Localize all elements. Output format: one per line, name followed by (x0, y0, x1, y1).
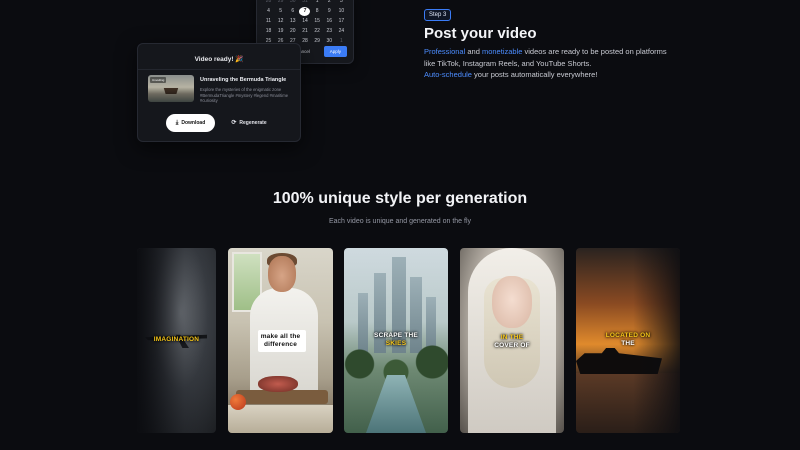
chef-head-shape (268, 256, 296, 292)
calendar-day[interactable]: 6 (287, 7, 298, 16)
water-shape (576, 373, 680, 433)
calendar-day[interactable]: 20 (287, 27, 298, 36)
video-tile-portrait[interactable]: IN THE COVER OF (460, 248, 564, 433)
video-tile-sunset-ship[interactable]: LOCATED ON THE (576, 248, 680, 433)
regenerate-button[interactable]: ⟳ Regenerate (224, 114, 274, 132)
calendar-day[interactable]: 3 (336, 0, 347, 6)
calendar-day[interactable]: 28 (263, 0, 274, 6)
section-subtitle: Each video is unique and generated on th… (328, 218, 472, 225)
calendar-day[interactable]: 7 (299, 7, 311, 16)
caption-line1: IMAGINATION (153, 336, 200, 343)
caption-line2: THE (621, 340, 635, 347)
calendar-week-row: 4 5 6 7 8 9 10 (263, 7, 347, 16)
video-thumbnail[interactable]: Unveiling (148, 75, 194, 102)
calendar-day[interactable]: 19 (275, 27, 286, 36)
highlight-auto-schedule: Auto-schedule (424, 70, 472, 79)
calendar-day[interactable]: 28 (299, 37, 310, 46)
desc-text: your posts automatically everywhere! (471, 70, 598, 79)
calendar-day[interactable]: 23 (324, 27, 335, 36)
caption-line1: SCRAPE THE (374, 332, 418, 339)
cutting-board-shape (236, 390, 328, 404)
calendar-day[interactable]: 30 (324, 37, 335, 46)
video-tile-storm-plane[interactable]: IMAGINATION (137, 248, 216, 433)
highlight-monetizable: monetizable (481, 47, 523, 56)
calendar-day[interactable]: 9 (324, 7, 335, 16)
tomato-shape (230, 394, 246, 410)
video-tile-sky-city[interactable]: SCRAPE THE SKIES (344, 248, 448, 433)
caption-line2: SKIES (385, 340, 407, 347)
video-gallery: IMAGINATION make all the difference SCRA… (0, 248, 800, 434)
calendar-day[interactable]: 11 (263, 17, 274, 26)
calendar-week-row: 11 12 13 14 15 16 17 (263, 17, 347, 26)
calendar-week-row: 28 29 30 31 1 2 3 (263, 0, 347, 6)
refresh-icon: ⟳ (231, 120, 237, 126)
calendar-day[interactable]: 18 (263, 27, 274, 36)
face-shape (492, 276, 532, 328)
caption-line2: COVER OF (494, 342, 530, 349)
calendar-day[interactable]: 12 (275, 17, 286, 26)
step-description: Professional and monetizable videos are … (424, 46, 674, 81)
download-icon: ⤓ (175, 120, 179, 126)
calendar-day[interactable]: 5 (275, 7, 286, 16)
regenerate-label: Regenerate (239, 120, 267, 126)
calendar-day[interactable]: 15 (312, 17, 323, 26)
calendar-day[interactable]: 29 (312, 37, 323, 46)
calendar-day[interactable]: 24 (336, 27, 347, 36)
calendar-day[interactable]: 2 (324, 0, 335, 6)
calendar-day[interactable]: 14 (299, 17, 310, 26)
calendar-day[interactable]: 29 (275, 0, 286, 6)
calendar-day[interactable]: 16 (324, 17, 335, 26)
divider (138, 69, 300, 70)
caption-line2: difference (263, 341, 298, 348)
tile-caption: IMAGINATION (137, 336, 216, 344)
calendar-day[interactable]: 22 (312, 27, 323, 36)
download-button[interactable]: ⤓ Download (166, 114, 215, 132)
calendar-day[interactable]: 17 (336, 17, 347, 26)
tile-caption: SCRAPE THE SKIES (344, 332, 448, 348)
desc-text: and (465, 47, 482, 56)
calendar-day[interactable]: 1 (336, 37, 347, 46)
tile-caption: make all the difference (228, 333, 333, 349)
highlight-professional: Professional (424, 47, 466, 56)
card-title: Video ready! 🎉 (194, 56, 244, 63)
calendar-day[interactable]: 8 (312, 7, 323, 16)
calendar-day[interactable]: 21 (299, 27, 310, 36)
calendar-grid: 28 29 30 31 1 2 3 4 5 6 7 8 9 10 11 12 13 14 15 16 17 18 19 20 2… (263, 0, 347, 46)
video-tile-chef[interactable]: make all the difference (228, 248, 333, 433)
caption-line1: LOCATED ON (605, 332, 651, 339)
calendar-day[interactable]: 13 (287, 17, 298, 26)
calendar-day[interactable]: 10 (336, 7, 347, 16)
video-ready-card: Video ready! 🎉 Unveiling Unraveling the … (137, 43, 301, 142)
video-description: Explore the mysteries of the enigmatic z… (200, 87, 289, 104)
steak-shape (258, 376, 298, 392)
section-title: 100% unique style per generation (272, 190, 528, 207)
thumbnail-label: Unveiling (150, 77, 167, 83)
tile-caption: IN THE COVER OF (460, 334, 564, 350)
step-title: Post your video (424, 25, 537, 42)
counter-shape (228, 405, 333, 433)
step-badge: Step 3 (424, 9, 452, 21)
ship-shape (576, 348, 662, 374)
calendar-day[interactable]: 1 (312, 0, 323, 6)
caption-line1: IN THE (500, 334, 524, 341)
calendar-week-row: 18 19 20 21 22 23 24 (263, 27, 347, 36)
calendar-day[interactable]: 30 (287, 0, 298, 6)
apply-button[interactable]: Apply (323, 46, 347, 57)
download-label: Download (181, 120, 206, 126)
calendar-day[interactable]: 31 (299, 0, 310, 6)
video-title: Unraveling the Bermuda Triangle (200, 77, 287, 83)
tile-caption: LOCATED ON THE (576, 332, 680, 348)
calendar-day[interactable]: 4 (263, 7, 274, 16)
caption-line1: make all the (260, 333, 301, 340)
